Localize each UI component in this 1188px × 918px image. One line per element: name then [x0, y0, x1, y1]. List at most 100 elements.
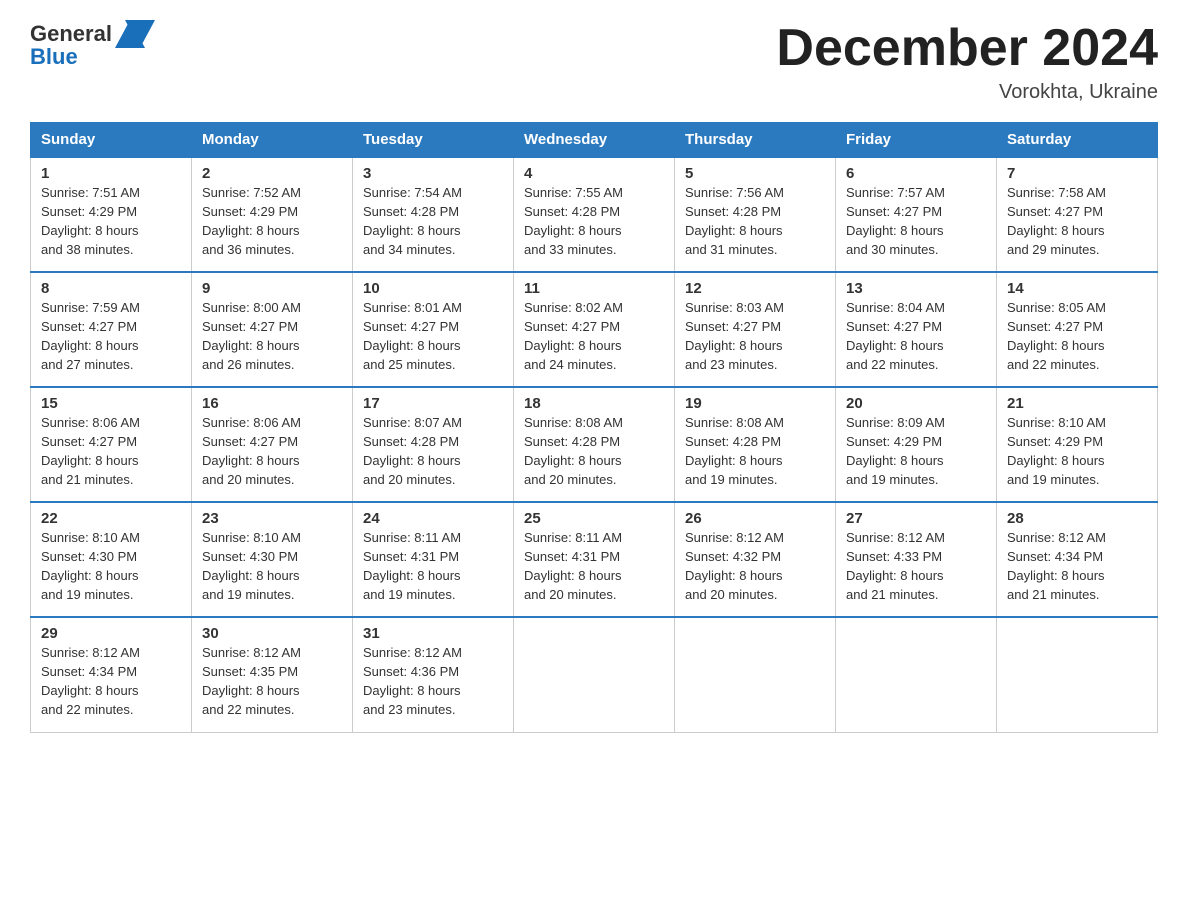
day-info: Sunrise: 7:59 AM Sunset: 4:27 PM Dayligh… [41, 299, 181, 374]
day-number: 4 [524, 165, 664, 182]
calendar-cell: 23 Sunrise: 8:10 AM Sunset: 4:30 PM Dayl… [192, 502, 353, 617]
day-info: Sunrise: 7:56 AM Sunset: 4:28 PM Dayligh… [685, 184, 825, 259]
calendar-cell: 27 Sunrise: 8:12 AM Sunset: 4:33 PM Dayl… [836, 502, 997, 617]
calendar-cell: 18 Sunrise: 8:08 AM Sunset: 4:28 PM Dayl… [514, 387, 675, 502]
day-info: Sunrise: 8:11 AM Sunset: 4:31 PM Dayligh… [363, 529, 503, 604]
calendar-cell: 26 Sunrise: 8:12 AM Sunset: 4:32 PM Dayl… [675, 502, 836, 617]
calendar-cell: 12 Sunrise: 8:03 AM Sunset: 4:27 PM Dayl… [675, 272, 836, 387]
logo: General Blue [30, 20, 145, 68]
day-info: Sunrise: 8:09 AM Sunset: 4:29 PM Dayligh… [846, 414, 986, 489]
day-number: 17 [363, 395, 503, 412]
header-saturday: Saturday [997, 123, 1158, 158]
calendar-cell: 30 Sunrise: 8:12 AM Sunset: 4:35 PM Dayl… [192, 617, 353, 732]
day-info: Sunrise: 8:04 AM Sunset: 4:27 PM Dayligh… [846, 299, 986, 374]
day-info: Sunrise: 7:55 AM Sunset: 4:28 PM Dayligh… [524, 184, 664, 259]
day-number: 23 [202, 510, 342, 527]
day-number: 9 [202, 280, 342, 297]
header-sunday: Sunday [31, 123, 192, 158]
day-info: Sunrise: 8:10 AM Sunset: 4:30 PM Dayligh… [202, 529, 342, 604]
day-info: Sunrise: 8:08 AM Sunset: 4:28 PM Dayligh… [524, 414, 664, 489]
calendar-cell: 25 Sunrise: 8:11 AM Sunset: 4:31 PM Dayl… [514, 502, 675, 617]
week-row-1: 1 Sunrise: 7:51 AM Sunset: 4:29 PM Dayli… [31, 157, 1158, 272]
header-monday: Monday [192, 123, 353, 158]
day-number: 10 [363, 280, 503, 297]
calendar-cell: 14 Sunrise: 8:05 AM Sunset: 4:27 PM Dayl… [997, 272, 1158, 387]
day-number: 2 [202, 165, 342, 182]
calendar-cell: 28 Sunrise: 8:12 AM Sunset: 4:34 PM Dayl… [997, 502, 1158, 617]
location-text: Vorokhta, Ukraine [776, 81, 1158, 104]
day-info: Sunrise: 8:12 AM Sunset: 4:36 PM Dayligh… [363, 644, 503, 719]
calendar-cell: 4 Sunrise: 7:55 AM Sunset: 4:28 PM Dayli… [514, 157, 675, 272]
day-number: 1 [41, 165, 181, 182]
day-info: Sunrise: 8:12 AM Sunset: 4:34 PM Dayligh… [1007, 529, 1147, 604]
day-info: Sunrise: 7:57 AM Sunset: 4:27 PM Dayligh… [846, 184, 986, 259]
day-info: Sunrise: 8:06 AM Sunset: 4:27 PM Dayligh… [41, 414, 181, 489]
calendar-cell: 17 Sunrise: 8:07 AM Sunset: 4:28 PM Dayl… [353, 387, 514, 502]
weekday-header-row: Sunday Monday Tuesday Wednesday Thursday… [31, 123, 1158, 158]
logo-icon [115, 20, 145, 48]
header-tuesday: Tuesday [353, 123, 514, 158]
day-number: 31 [363, 625, 503, 642]
calendar-cell: 21 Sunrise: 8:10 AM Sunset: 4:29 PM Dayl… [997, 387, 1158, 502]
day-number: 15 [41, 395, 181, 412]
calendar-cell: 8 Sunrise: 7:59 AM Sunset: 4:27 PM Dayli… [31, 272, 192, 387]
calendar-cell: 15 Sunrise: 8:06 AM Sunset: 4:27 PM Dayl… [31, 387, 192, 502]
day-number: 29 [41, 625, 181, 642]
day-number: 12 [685, 280, 825, 297]
day-number: 13 [846, 280, 986, 297]
calendar-cell: 29 Sunrise: 8:12 AM Sunset: 4:34 PM Dayl… [31, 617, 192, 732]
calendar-cell [514, 617, 675, 732]
calendar-cell: 1 Sunrise: 7:51 AM Sunset: 4:29 PM Dayli… [31, 157, 192, 272]
day-info: Sunrise: 8:00 AM Sunset: 4:27 PM Dayligh… [202, 299, 342, 374]
calendar-cell: 2 Sunrise: 7:52 AM Sunset: 4:29 PM Dayli… [192, 157, 353, 272]
calendar-cell: 6 Sunrise: 7:57 AM Sunset: 4:27 PM Dayli… [836, 157, 997, 272]
day-info: Sunrise: 8:10 AM Sunset: 4:30 PM Dayligh… [41, 529, 181, 604]
day-info: Sunrise: 8:07 AM Sunset: 4:28 PM Dayligh… [363, 414, 503, 489]
day-number: 24 [363, 510, 503, 527]
logo-blue-text: Blue [30, 46, 78, 68]
calendar-cell [997, 617, 1158, 732]
day-number: 5 [685, 165, 825, 182]
day-info: Sunrise: 8:10 AM Sunset: 4:29 PM Dayligh… [1007, 414, 1147, 489]
day-info: Sunrise: 8:01 AM Sunset: 4:27 PM Dayligh… [363, 299, 503, 374]
day-number: 21 [1007, 395, 1147, 412]
calendar-cell: 20 Sunrise: 8:09 AM Sunset: 4:29 PM Dayl… [836, 387, 997, 502]
day-number: 20 [846, 395, 986, 412]
week-row-2: 8 Sunrise: 7:59 AM Sunset: 4:27 PM Dayli… [31, 272, 1158, 387]
logo-general-text: General [30, 22, 112, 46]
calendar-cell: 22 Sunrise: 8:10 AM Sunset: 4:30 PM Dayl… [31, 502, 192, 617]
day-info: Sunrise: 7:54 AM Sunset: 4:28 PM Dayligh… [363, 184, 503, 259]
day-number: 22 [41, 510, 181, 527]
day-number: 7 [1007, 165, 1147, 182]
day-info: Sunrise: 8:11 AM Sunset: 4:31 PM Dayligh… [524, 529, 664, 604]
day-info: Sunrise: 8:12 AM Sunset: 4:32 PM Dayligh… [685, 529, 825, 604]
calendar-cell: 24 Sunrise: 8:11 AM Sunset: 4:31 PM Dayl… [353, 502, 514, 617]
calendar-cell: 31 Sunrise: 8:12 AM Sunset: 4:36 PM Dayl… [353, 617, 514, 732]
calendar-cell: 9 Sunrise: 8:00 AM Sunset: 4:27 PM Dayli… [192, 272, 353, 387]
header-thursday: Thursday [675, 123, 836, 158]
day-info: Sunrise: 7:51 AM Sunset: 4:29 PM Dayligh… [41, 184, 181, 259]
day-info: Sunrise: 8:12 AM Sunset: 4:35 PM Dayligh… [202, 644, 342, 719]
week-row-5: 29 Sunrise: 8:12 AM Sunset: 4:34 PM Dayl… [31, 617, 1158, 732]
calendar-cell: 7 Sunrise: 7:58 AM Sunset: 4:27 PM Dayli… [997, 157, 1158, 272]
header-wednesday: Wednesday [514, 123, 675, 158]
calendar-cell: 19 Sunrise: 8:08 AM Sunset: 4:28 PM Dayl… [675, 387, 836, 502]
calendar-cell: 11 Sunrise: 8:02 AM Sunset: 4:27 PM Dayl… [514, 272, 675, 387]
day-number: 30 [202, 625, 342, 642]
calendar-cell: 13 Sunrise: 8:04 AM Sunset: 4:27 PM Dayl… [836, 272, 997, 387]
calendar-cell: 10 Sunrise: 8:01 AM Sunset: 4:27 PM Dayl… [353, 272, 514, 387]
day-number: 27 [846, 510, 986, 527]
day-info: Sunrise: 8:03 AM Sunset: 4:27 PM Dayligh… [685, 299, 825, 374]
month-title: December 2024 [776, 20, 1158, 77]
day-number: 3 [363, 165, 503, 182]
day-info: Sunrise: 7:58 AM Sunset: 4:27 PM Dayligh… [1007, 184, 1147, 259]
day-info: Sunrise: 7:52 AM Sunset: 4:29 PM Dayligh… [202, 184, 342, 259]
day-info: Sunrise: 8:12 AM Sunset: 4:34 PM Dayligh… [41, 644, 181, 719]
header-friday: Friday [836, 123, 997, 158]
day-number: 16 [202, 395, 342, 412]
title-area: December 2024 Vorokhta, Ukraine [776, 20, 1158, 104]
calendar-cell [675, 617, 836, 732]
day-number: 19 [685, 395, 825, 412]
day-number: 28 [1007, 510, 1147, 527]
day-number: 25 [524, 510, 664, 527]
